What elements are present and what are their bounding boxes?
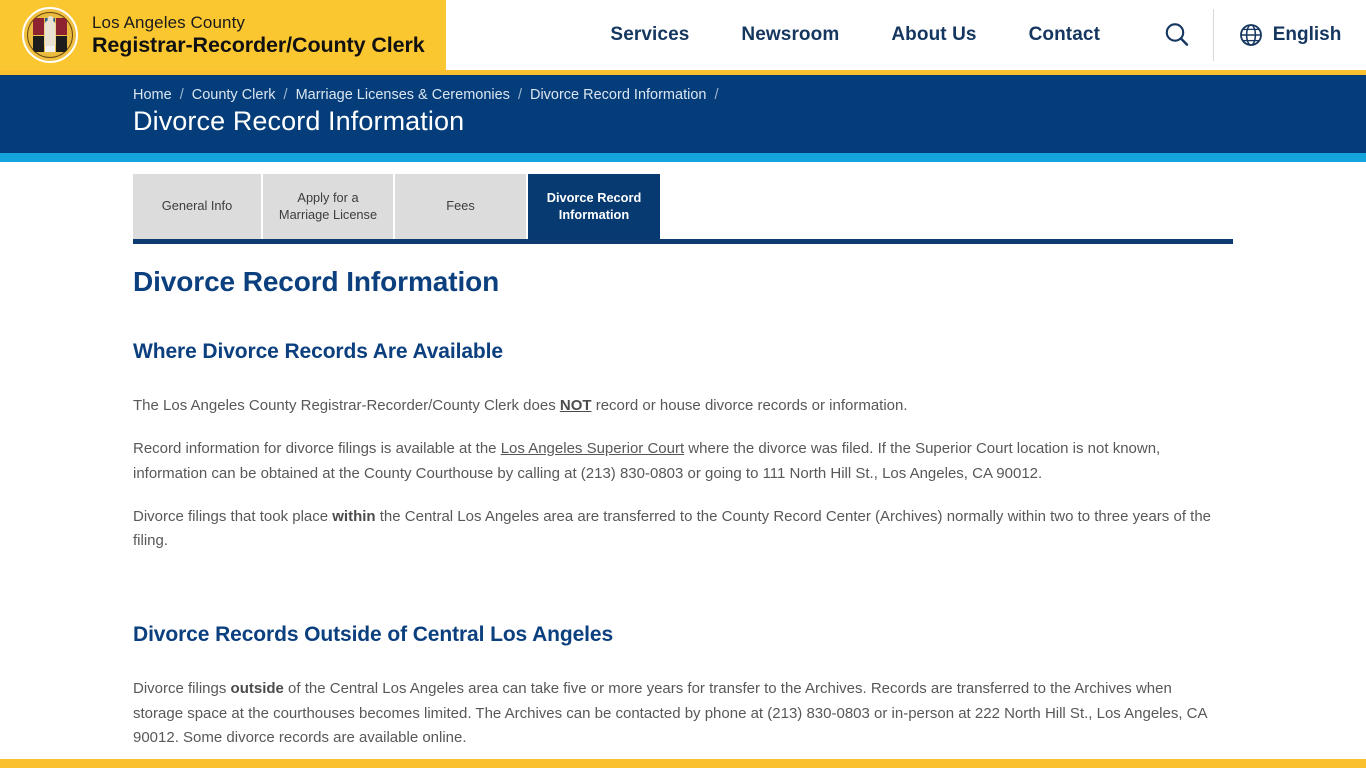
breadcrumb: Home / County Clerk / Marriage Licenses & Ce… [133, 87, 1366, 103]
language-selector[interactable]: English [1214, 23, 1366, 47]
breadcrumb-item-divorce-record[interactable]: Divorce Record Information [530, 87, 707, 103]
brand-line-department: Registrar-Recorder/County Clerk [92, 32, 425, 57]
breadcrumb-item-home[interactable]: Home [133, 87, 172, 103]
search-button[interactable] [1140, 9, 1214, 61]
paragraph-outside-central-la: Divorce filings outside of the Central L… [133, 680, 1207, 747]
site-header: Los Angeles County Registrar-Recorder/Co… [0, 0, 1366, 70]
tab-general-info[interactable]: General Info [133, 174, 263, 239]
brand-line-county: Los Angeles County [92, 12, 246, 32]
nav-item-about-us[interactable]: About Us [891, 24, 976, 46]
banner-cyan-rule [0, 153, 1366, 162]
tab-bar-filler [660, 174, 1233, 239]
breadcrumb-separator: / [283, 87, 288, 103]
nav-item-newsroom[interactable]: Newsroom [741, 24, 839, 46]
emphasis-text: within [332, 507, 376, 525]
section-heading-outside-central-la: Divorce Records Outside of Central Los A… [133, 623, 614, 647]
page-root: Los Angeles County Registrar-Recorder/Co… [0, 0, 1366, 768]
brand-block[interactable]: Los Angeles County Registrar-Recorder/Co… [0, 0, 446, 70]
brand-text: Los Angeles County Registrar-Recorder/Co… [92, 12, 425, 57]
paragraph-within-central-la: Divorce filings that took place within t… [133, 507, 1212, 550]
tab-bar: General Info Apply for a Marriage Licens… [133, 174, 1233, 244]
nav-item-services[interactable]: Services [610, 24, 689, 46]
la-county-seal-icon [22, 7, 78, 63]
paragraph-not-recorded: The Los Angeles County Registrar-Recorde… [133, 397, 908, 414]
page-banner: Home / County Clerk / Marriage Licenses & Ce… [0, 75, 1366, 153]
breadcrumb-separator: / [714, 87, 719, 103]
main-content: Divorce Record Information Where Divorce… [0, 244, 1366, 750]
page-title: Divorce Record Information [133, 266, 500, 297]
emphasis-text: NOT [559, 397, 592, 414]
breadcrumb-item-county-clerk[interactable]: County Clerk [192, 87, 276, 103]
nav-links: Services Newsroom About Us Contact [610, 24, 1100, 46]
tab-fees[interactable]: Fees [395, 174, 528, 239]
breadcrumb-item-marriage-licenses[interactable]: Marriage Licenses & Ceremonies [296, 87, 510, 103]
paragraph-superior-court: Record information for divorce filings i… [133, 440, 1161, 482]
globe-icon [1239, 24, 1262, 46]
search-icon [1165, 23, 1188, 46]
main-navigation: Services Newsroom About Us Contact Engli… [446, 0, 1366, 70]
banner-title: Divorce Record Information [133, 106, 465, 136]
footer-yellow-rule [0, 759, 1366, 768]
tab-apply-for-marriage-license[interactable]: Apply for a Marriage License [263, 174, 395, 239]
emphasis-text: outside [230, 680, 284, 698]
breadcrumb-separator: / [517, 87, 522, 103]
section-heading-where-available: Where Divorce Records Are Available [133, 340, 503, 363]
tab-divorce-record-information[interactable]: Divorce Record Information [528, 174, 660, 239]
nav-item-contact[interactable]: Contact [1029, 24, 1100, 46]
tabs-region: General Info Apply for a Marriage Licens… [0, 162, 1366, 244]
breadcrumb-separator: / [179, 87, 184, 103]
language-label: English [1272, 24, 1342, 45]
inline-link[interactable]: Los Angeles Superior Court [501, 440, 684, 457]
